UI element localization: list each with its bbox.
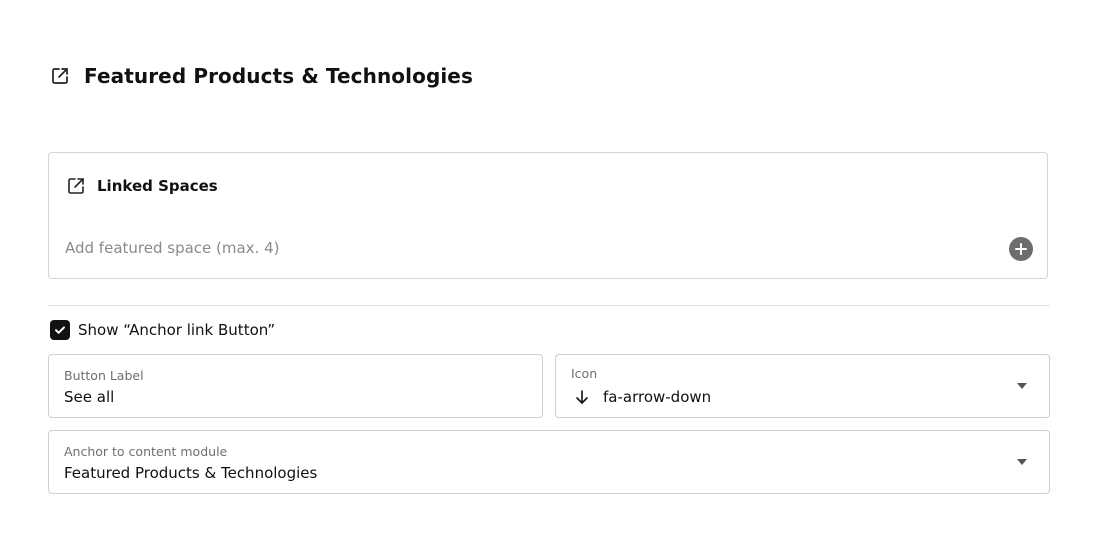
add-featured-space-placeholder[interactable]: Add featured space (max. 4) [65, 239, 280, 257]
linked-spaces-title: Linked Spaces [97, 177, 218, 195]
linked-spaces-card: Linked Spaces Add featured space (max. 4… [48, 152, 1048, 279]
show-anchor-link-button-label: Show “Anchor link Button” [78, 321, 276, 339]
button-label-field[interactable]: Button Label See all [48, 354, 543, 418]
section-header: Featured Products & Technologies [49, 60, 473, 92]
button-label-field-value[interactable]: See all [64, 388, 114, 406]
anchor-content-module-select[interactable]: Anchor to content module Featured Produc… [48, 430, 1050, 494]
icon-select-value: fa-arrow-down [573, 388, 711, 406]
icon-select[interactable]: Icon fa-arrow-down [555, 354, 1050, 418]
icon-select-value-text: fa-arrow-down [603, 388, 712, 406]
add-featured-space-button[interactable] [1009, 237, 1033, 261]
icon-select-label: Icon [571, 366, 598, 381]
external-link-icon [49, 65, 71, 87]
button-label-field-label: Button Label [64, 368, 144, 383]
show-anchor-link-button-toggle[interactable]: Show “Anchor link Button” [50, 320, 275, 340]
page-title: Featured Products & Technologies [84, 64, 473, 88]
external-link-icon [65, 175, 87, 197]
chevron-down-icon[interactable] [1017, 459, 1027, 465]
anchor-content-module-label: Anchor to content module [64, 444, 228, 459]
checkbox-checked-icon[interactable] [50, 320, 70, 340]
chevron-down-icon[interactable] [1017, 383, 1027, 389]
page: Featured Products & Technologies Linked … [0, 0, 1098, 542]
arrow-down-icon [573, 388, 591, 406]
divider [48, 305, 1050, 306]
linked-spaces-header: Linked Spaces [65, 175, 218, 197]
anchor-content-module-value: Featured Products & Technologies [64, 464, 318, 482]
